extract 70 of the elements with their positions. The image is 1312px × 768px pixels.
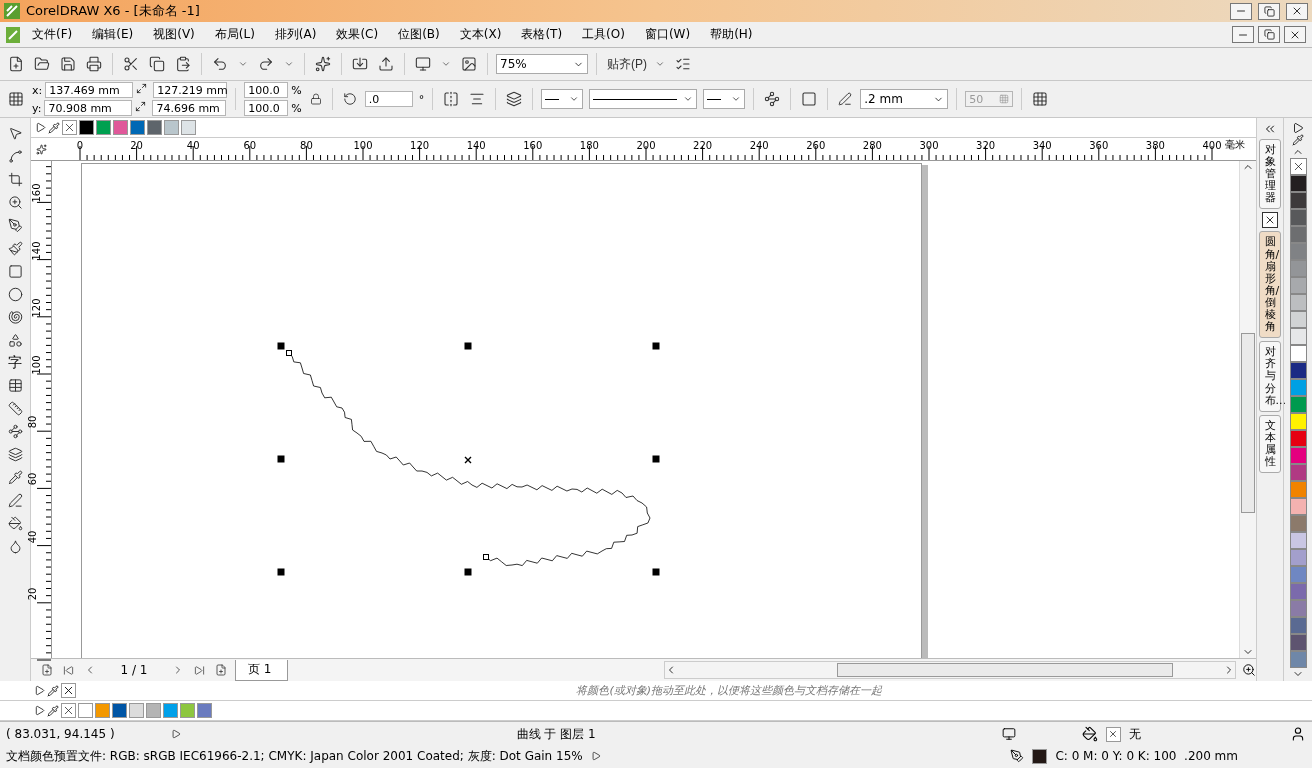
- ruler-label: 40: [28, 530, 39, 543]
- ruler-label: 200: [636, 141, 656, 151]
- palette-hint: 将颜色(或对象)拖动至此处，以便将这些颜色与文档存储在一起: [575, 683, 883, 698]
- page-counter: 1 / 1: [119, 663, 149, 677]
- scale-y-field[interactable]: 100.0: [244, 100, 289, 116]
- x-label: x:: [32, 83, 43, 97]
- ruler-label: 260: [806, 141, 826, 151]
- ruler-label: 280: [862, 141, 882, 151]
- ruler-label: 40: [186, 141, 200, 151]
- scale-x-field[interactable]: 100.0: [244, 82, 289, 98]
- ruler-label: 160: [31, 183, 42, 203]
- outline-width-dropdown[interactable]: .2 mm: [860, 89, 949, 109]
- ruler-label: 0: [76, 141, 84, 151]
- y-label: y:: [32, 101, 42, 115]
- cursor-coordinates: ( 83.031, 94.145 ): [6, 727, 115, 741]
- ruler-label: 100: [31, 355, 42, 375]
- ruler-label: 20: [130, 141, 143, 151]
- menu-item[interactable]: 布局(L): [206, 24, 263, 45]
- ruler-label: 400: [1202, 141, 1222, 151]
- menu-item[interactable]: 窗口(W): [636, 24, 699, 45]
- menu-item[interactable]: 文本(X): [451, 24, 510, 45]
- percent-sign: %: [291, 101, 302, 115]
- ruler-label: 80: [28, 415, 39, 429]
- snap-dropdown[interactable]: 贴齐(P): [605, 53, 667, 75]
- color-profile-info: 文档颜色预置文件: RGB: sRGB IEC61966-2.1; CMYK: Japan Color 2001 Coated; 灰度: Dot Gain 15%: [6, 747, 583, 765]
- menu-item[interactable]: 工具(O): [574, 24, 633, 45]
- ruler-unit: 毫米: [1225, 140, 1245, 150]
- ruler-label: 80: [300, 141, 313, 151]
- zoom-level-dropdown[interactable]: 75%: [496, 54, 588, 74]
- ruler-label: 60: [28, 473, 39, 486]
- menu-item[interactable]: 位图(B): [390, 24, 448, 45]
- docker-tab[interactable]: 文本属性: [1259, 414, 1281, 474]
- docker-tab[interactable]: 对象管理器: [1259, 139, 1281, 210]
- page-tab[interactable]: 页 1: [235, 659, 289, 681]
- menu-item[interactable]: 排列(A): [266, 24, 325, 45]
- text-tool-button[interactable]: 字: [8, 354, 22, 372]
- ruler-label: 360: [1089, 141, 1109, 151]
- menu-item[interactable]: 表格(T): [513, 24, 571, 45]
- ruler-label: 120: [31, 298, 42, 318]
- ruler-label: 120: [410, 141, 430, 151]
- menu-item[interactable]: 效果(C): [328, 24, 387, 45]
- x-position-field[interactable]: 137.469 mm: [45, 82, 134, 98]
- percent-sign: %: [291, 83, 302, 97]
- height-field[interactable]: 74.696 mm: [152, 100, 227, 116]
- degree-sign: °: [418, 92, 425, 106]
- menu-item[interactable]: 文件(F): [24, 24, 81, 45]
- y-position-field[interactable]: 70.908 mm: [44, 100, 133, 116]
- menu-item[interactable]: 帮助(H): [702, 24, 761, 45]
- ruler-label: 340: [1032, 141, 1052, 151]
- ruler-label: 100: [353, 141, 373, 151]
- ruler-label: 60: [243, 141, 257, 151]
- ruler-label: 300: [919, 141, 939, 151]
- rotation-field[interactable]: .0: [364, 91, 413, 107]
- menu-item[interactable]: 编辑(E): [84, 24, 142, 45]
- ruler-label: 20: [28, 587, 39, 601]
- ruler-label: 320: [976, 141, 996, 151]
- ruler-label: 160: [523, 141, 543, 151]
- ruler-label: 240: [749, 141, 769, 151]
- width-field[interactable]: 127.219 mm: [153, 82, 228, 98]
- ruler-label: 140: [31, 241, 42, 261]
- ruler-label: 220: [693, 141, 713, 151]
- ruler-label: 180: [579, 141, 599, 151]
- menu-item[interactable]: 视图(V): [145, 24, 203, 45]
- window-title: CorelDRAW X6 - [未命名 -1]: [26, 2, 201, 20]
- ruler-label: 140: [466, 141, 486, 151]
- docker-tab[interactable]: 圆角/扇形角/倒棱角: [1259, 231, 1281, 339]
- fill-value: 无: [1128, 725, 1141, 743]
- selection-info: 曲线 于 图层 1: [516, 725, 596, 743]
- ruler-label: 380: [1145, 141, 1165, 151]
- outline-value: C: 0 M: 0 Y: 0 K: 100 .200 mm: [1055, 749, 1238, 763]
